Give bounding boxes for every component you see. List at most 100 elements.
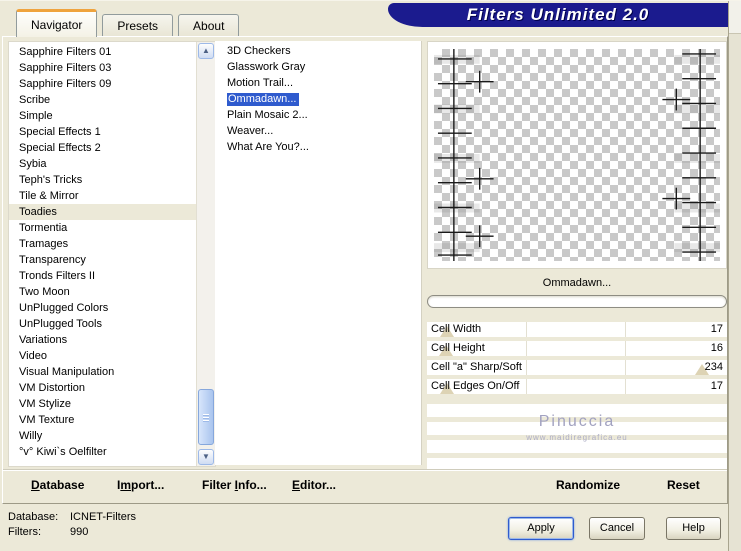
slider-cell-height[interactable]: Cell Height 16 xyxy=(427,341,727,356)
slider-cell-width[interactable]: Cell Width 17 xyxy=(427,322,727,337)
app-title: Filters Unlimited 2.0 xyxy=(466,5,650,24)
list-item[interactable]: VM Texture xyxy=(9,412,197,428)
slider-value: 17 xyxy=(710,323,723,335)
reset-button[interactable]: Reset xyxy=(667,478,700,492)
tab-presets[interactable]: Presets xyxy=(102,14,174,37)
list-item[interactable]: Sybia xyxy=(9,156,197,172)
list-item-label: 3D Checkers xyxy=(227,45,291,57)
list-item[interactable]: Tormentia xyxy=(9,220,197,236)
list-item[interactable]: Plain Mosaic 2... xyxy=(215,107,417,123)
list-item[interactable]: Two Moon xyxy=(9,284,197,300)
slider-value: 234 xyxy=(704,361,723,373)
toolbar-label: ditor... xyxy=(300,478,337,492)
list-item[interactable]: °v° Kiwi`s Oelfilter xyxy=(9,444,197,460)
bottom-toolbar: Database Import... Filter Info... Editor...… xyxy=(3,470,727,503)
list-item-label: Plain Mosaic 2... xyxy=(227,109,308,121)
tab-navigator[interactable]: Navigator xyxy=(16,9,98,37)
list-item[interactable]: Toadies xyxy=(9,204,197,220)
list-item[interactable]: Variations xyxy=(9,332,197,348)
filter-listbox[interactable]: 3D Checkers Glasswork Gray Motion Trail...… xyxy=(215,41,422,465)
editor-button[interactable]: Editor... xyxy=(292,478,336,492)
title-banner: Filters Unlimited 2.0 xyxy=(388,3,728,27)
watermark-url: www.maidiregrafica.eu xyxy=(526,433,628,442)
toolbar-mnemonic: m xyxy=(120,478,132,492)
list-item-label: Ommadawn... xyxy=(227,93,300,106)
slider-value: 17 xyxy=(710,380,723,392)
watermark-name: Pinuccia xyxy=(538,413,616,430)
list-item[interactable]: VM Distortion xyxy=(9,380,197,396)
category-listbox[interactable]: Sapphire Filters 01 Sapphire Filters 03 Sa… xyxy=(8,41,216,467)
selected-filter-caption: Ommadawn... xyxy=(542,277,612,289)
list-item[interactable]: VM Stylize xyxy=(9,396,197,412)
list-item[interactable]: Weaver... xyxy=(215,123,417,139)
list-item[interactable]: Video xyxy=(9,348,197,364)
filter-info-button[interactable]: Filter Info... xyxy=(202,478,267,492)
scrollbar-thumb[interactable] xyxy=(198,389,214,445)
list-item[interactable]: Sapphire Filters 03 xyxy=(9,60,197,76)
empty-parameter-rows: Pinuccia www.maidiregrafica.eu xyxy=(427,404,727,471)
list-item-label: Motion Trail... xyxy=(227,77,294,89)
list-item[interactable]: Tronds Filters II xyxy=(9,268,197,284)
import-button[interactable]: Import... xyxy=(117,478,164,492)
scroll-down-icon[interactable]: ▼ xyxy=(198,449,214,465)
slider-label: Cell Height xyxy=(431,342,485,354)
filter-preview xyxy=(427,41,727,269)
list-item[interactable]: Sapphire Filters 09 xyxy=(9,76,197,92)
randomize-button[interactable]: Randomize xyxy=(556,478,620,492)
background-window-edge xyxy=(728,1,741,551)
parameter-sliders: Cell Width 17 Cell Height 16 Cell "a" Sharp/… xyxy=(427,322,727,394)
toolbar-label: Randomize xyxy=(556,478,621,492)
list-item-label: Weaver... xyxy=(227,125,274,137)
slider-cell-a-sharp-soft[interactable]: Cell "a" Sharp/Soft 234 xyxy=(427,360,727,375)
list-item[interactable]: UnPlugged Colors xyxy=(9,300,197,316)
slider-label: Cell Width xyxy=(431,323,482,335)
list-item[interactable]: Special Effects 2 xyxy=(9,140,197,156)
toolbar-mnemonic: E xyxy=(292,478,301,492)
database-button[interactable]: Database xyxy=(31,478,84,492)
toolbar-label: port... xyxy=(131,478,165,492)
list-item[interactable]: Transparency xyxy=(9,252,197,268)
list-item[interactable]: What Are You?... xyxy=(215,139,417,155)
toolbar-mnemonic: D xyxy=(31,478,40,492)
list-item[interactable]: Special Effects 1 xyxy=(9,124,197,140)
list-item[interactable]: 3D Checkers xyxy=(215,43,417,59)
list-item-label: What Are You?... xyxy=(227,141,309,153)
list-item[interactable]: Tramages xyxy=(9,236,197,252)
list-item-label: Glasswork Gray xyxy=(227,61,306,73)
scroll-up-icon[interactable]: ▲ xyxy=(198,43,214,59)
list-item[interactable]: Visual Manipulation xyxy=(9,364,197,380)
toolbar-label: nfo... xyxy=(238,478,267,492)
help-button[interactable]: Help xyxy=(666,517,721,540)
slider-tick-icon xyxy=(526,322,527,337)
transparency-checkerboard xyxy=(434,49,720,261)
apply-button[interactable]: Apply xyxy=(508,517,574,540)
slider-cell-edges-on-off[interactable]: Cell Edges On/Off 17 xyxy=(427,379,727,394)
progress-bar xyxy=(427,295,727,308)
category-scrollbar[interactable]: ▲ ▼ xyxy=(196,42,215,466)
list-item[interactable]: Willy xyxy=(9,428,197,444)
list-item[interactable]: Scribe xyxy=(9,92,197,108)
tab-about[interactable]: About xyxy=(178,14,240,37)
preview-pattern xyxy=(434,49,720,261)
list-item[interactable]: Motion Trail... xyxy=(215,75,417,91)
list-item[interactable]: Teph's Tricks xyxy=(9,172,197,188)
slider-label: Cell "a" Sharp/Soft xyxy=(431,361,522,373)
slider-tick-icon xyxy=(526,360,527,375)
navigator-tab-page: Sapphire Filters 01 Sapphire Filters 03 Sa… xyxy=(2,36,728,504)
list-item[interactable]: Glasswork Gray xyxy=(215,59,417,75)
dialog-buttons: Apply Cancel Help xyxy=(0,517,728,541)
slider-label: Cell Edges On/Off xyxy=(431,380,520,392)
list-item[interactable]: Tile & Mirror xyxy=(9,188,197,204)
cancel-button[interactable]: Cancel xyxy=(589,517,645,540)
list-item[interactable]: UnPlugged Tools xyxy=(9,316,197,332)
slider-tick-icon xyxy=(625,341,626,356)
preview-panel: Ommadawn... Cell Width 17 Cell Height 16 Cel… xyxy=(427,41,727,471)
list-item[interactable]: Sapphire Filters 01 xyxy=(9,44,197,60)
list-item[interactable]: Simple xyxy=(9,108,197,124)
list-item[interactable]: Ommadawn... xyxy=(215,91,417,107)
toolbar-label: Filter xyxy=(202,478,235,492)
filters-unlimited-window: Filters Unlimited 2.0 Navigator Presets Ab… xyxy=(0,0,741,551)
slider-tick-icon xyxy=(625,322,626,337)
slider-tick-icon xyxy=(625,379,626,394)
slider-value: 16 xyxy=(710,342,723,354)
